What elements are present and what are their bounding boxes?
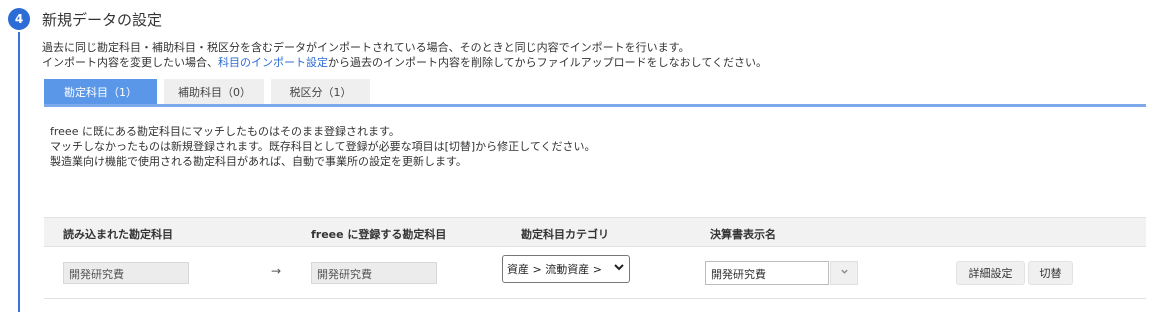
detail-settings-button[interactable]: 詳細設定 bbox=[956, 261, 1025, 285]
info-line-3: 製造業向け機能で使用される勘定科目があれば、自動で事業所の設定を更新します。 bbox=[50, 155, 467, 168]
arrow-right-icon: → bbox=[271, 264, 282, 278]
account-category-value: 資産 > 流動資産 > bbox=[507, 263, 602, 276]
info-line-1: freee に既にある勘定科目にマッチしたものはそのまま登録されます。 bbox=[50, 125, 400, 138]
chevron-down-icon bbox=[613, 261, 625, 276]
header-imported-account: 読み込まれた勘定科目 bbox=[63, 228, 173, 241]
header-display-name: 決算書表示名 bbox=[710, 228, 776, 241]
tab-tax-categories[interactable]: 税区分（1） bbox=[271, 79, 370, 104]
header-account-category: 勘定科目カテゴリ bbox=[521, 228, 609, 241]
step-number-badge: 4 bbox=[8, 8, 30, 30]
import-settings-link[interactable]: 科目のインポート設定 bbox=[218, 56, 328, 69]
header-freee-account: freee に登録する勘定科目 bbox=[311, 228, 447, 241]
description-line-2: インポート内容を変更したい場合、科目のインポート設定から過去のインポート内容を削… bbox=[42, 55, 767, 70]
caret-down-icon bbox=[840, 267, 849, 279]
tab-bar: 勘定科目（1） 補助科目（0） 税区分（1） bbox=[44, 79, 370, 104]
description-line-1: 過去に同じ勘定科目・補助科目・税区分を含むデータがインポートされている場合、その… bbox=[42, 41, 690, 54]
tab-sub-accounts[interactable]: 補助科目（0） bbox=[164, 79, 264, 104]
display-name-dropdown-button[interactable] bbox=[830, 261, 858, 285]
imported-account-field: 開発研究費 bbox=[63, 262, 189, 284]
description-line-2-suffix: から過去のインポート内容を削除してからファイルアップロードをしなおしてください。 bbox=[328, 56, 768, 69]
page-title: 新規データの設定 bbox=[42, 11, 163, 29]
table-header: 読み込まれた勘定科目 freee に登録する勘定科目 勘定科目カテゴリ 決算書表… bbox=[44, 217, 1146, 247]
info-line-2: マッチしなかったものは新規登録されます。既存科目として登録が必要な項目は[切替]… bbox=[50, 140, 596, 153]
tab-account-items[interactable]: 勘定科目（1） bbox=[44, 79, 157, 104]
switch-button[interactable]: 切替 bbox=[1028, 261, 1073, 285]
info-text: freee に既にある勘定科目にマッチしたものはそのまま登録されます。 マッチし… bbox=[50, 124, 596, 169]
freee-account-field: 開発研究費 bbox=[311, 262, 437, 284]
step-progress-line bbox=[18, 32, 20, 312]
table-row: 開発研究費 → 開発研究費 資産 > 流動資産 > 開発研究費 詳細設定 切替 bbox=[44, 247, 1146, 299]
account-category-select[interactable]: 資産 > 流動資産 > bbox=[502, 255, 630, 283]
tab-underline bbox=[44, 104, 1146, 107]
description-line-2-prefix: インポート内容を変更したい場合、 bbox=[42, 56, 218, 69]
description: 過去に同じ勘定科目・補助科目・税区分を含むデータがインポートされている場合、その… bbox=[42, 40, 767, 70]
display-name-input[interactable]: 開発研究費 bbox=[705, 261, 829, 285]
